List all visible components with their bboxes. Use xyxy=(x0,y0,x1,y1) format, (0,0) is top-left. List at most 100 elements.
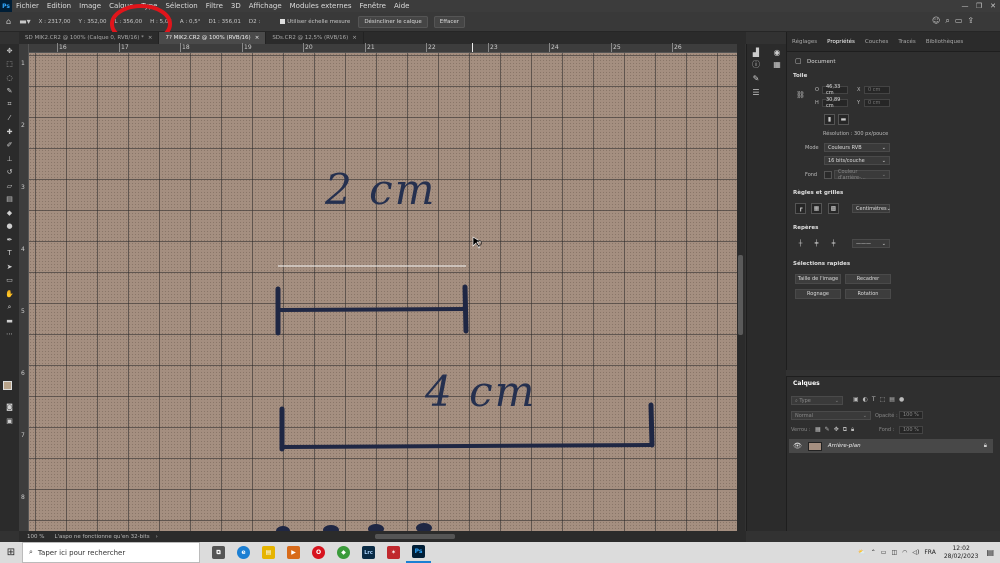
windows-start-icon[interactable]: ⊞ xyxy=(0,542,22,563)
grid-panel-icon[interactable]: ▦ xyxy=(771,58,783,70)
new-guide-icon[interactable]: ╪ xyxy=(811,238,822,249)
landscape-icon[interactable]: ▬ xyxy=(838,114,849,125)
language-indicator[interactable]: FRA xyxy=(924,549,935,556)
lock-artboard-icon[interactable]: ⧉ xyxy=(843,426,847,434)
brush-tool-icon[interactable]: ✐ xyxy=(0,139,19,153)
volume-icon[interactable]: ◁) xyxy=(912,549,919,556)
foreground-color[interactable] xyxy=(3,381,12,390)
home-icon[interactable]: ⌂ xyxy=(6,17,11,26)
close-icon[interactable]: × xyxy=(148,35,153,41)
guide-layout-icon[interactable]: ┼ xyxy=(795,238,806,249)
quick-mask-icon[interactable]: ◙ xyxy=(0,400,19,414)
menu-view[interactable]: Affichage xyxy=(245,2,286,10)
clear-button[interactable]: Effacer xyxy=(433,15,466,28)
portrait-icon[interactable]: ▮ xyxy=(824,114,835,125)
eraser-tool-icon[interactable]: ▱ xyxy=(0,179,19,193)
move-tool-icon[interactable]: ✥ xyxy=(0,44,19,58)
explorer-app[interactable]: ▤ xyxy=(256,542,281,563)
lock-pixels-icon[interactable]: ✎ xyxy=(825,426,830,434)
histogram-icon[interactable]: ▟ xyxy=(750,46,762,58)
adjustments-icon[interactable]: ☰ xyxy=(750,86,762,98)
ruler-tool-icon[interactable]: ▬▾ xyxy=(19,17,31,26)
learn-icon[interactable]: ◉ xyxy=(771,46,783,58)
history-brush-icon[interactable]: ↺ xyxy=(0,166,19,180)
minimize-button[interactable]: — xyxy=(958,0,972,12)
tab-properties[interactable]: Propriétés xyxy=(822,39,860,45)
weather-icon[interactable]: ⛅ xyxy=(858,549,865,556)
photoshop-app[interactable]: Ps xyxy=(406,542,431,563)
menu-3d[interactable]: 3D xyxy=(227,2,245,10)
width-field[interactable]: 46,33 cm xyxy=(822,84,848,96)
visibility-eye-icon[interactable]: 👁︎ xyxy=(793,442,802,450)
hand-tool-icon[interactable]: ✋ xyxy=(0,287,19,301)
lock-icon[interactable]: 🔒︎ xyxy=(984,442,987,450)
tab-libraries[interactable]: Bibliothèques xyxy=(921,39,968,45)
trim-button[interactable]: Rognage xyxy=(795,289,841,299)
fill-swatch[interactable] xyxy=(824,171,832,179)
restore-button[interactable]: ❐ xyxy=(972,0,986,12)
edge-app[interactable]: e xyxy=(231,542,256,563)
red-app[interactable]: ✶ xyxy=(381,542,406,563)
taskbar-search-field[interactable]: ⌕ Taper ici pour rechercher xyxy=(22,542,200,563)
x-field[interactable]: 0 cm xyxy=(864,86,890,94)
fill-field[interactable]: 100 % xyxy=(899,426,923,434)
info-icon[interactable]: ⓘ xyxy=(750,58,762,70)
crop-button[interactable]: Recadrer xyxy=(845,274,891,284)
status-arrow-icon[interactable]: › xyxy=(156,534,158,540)
green-app[interactable]: ◆ xyxy=(331,542,356,563)
height-field[interactable]: 30,89 cm xyxy=(822,97,848,109)
filter-shape-icon[interactable]: ⬚ xyxy=(880,396,886,403)
ruler-toggle-icon[interactable]: ┏ xyxy=(795,203,806,214)
pen-tool-icon[interactable]: ✒ xyxy=(0,233,19,247)
section-guides[interactable]: Repères xyxy=(793,225,818,231)
menu-file[interactable]: Fichier xyxy=(12,2,43,10)
lasso-tool-icon[interactable]: ◌ xyxy=(0,71,19,85)
shape-tool-icon[interactable]: ▭ xyxy=(0,274,19,288)
crop-tool-icon[interactable]: ⌗ xyxy=(0,98,19,112)
more-tools-icon[interactable]: ⋯ xyxy=(0,328,19,342)
close-icon[interactable]: × xyxy=(352,35,357,41)
brush-settings-icon[interactable]: ✎ xyxy=(750,72,762,84)
clock[interactable]: 12:02 28/02/2023 xyxy=(944,545,979,561)
opera-app[interactable]: O xyxy=(306,542,331,563)
menu-filter[interactable]: Filtre xyxy=(202,2,227,10)
notifications-icon[interactable]: ▤ xyxy=(986,548,994,557)
tab-paths[interactable]: Tracés xyxy=(893,39,920,45)
search-icon[interactable]: ⌕ xyxy=(945,16,949,26)
menu-help[interactable]: Aide xyxy=(390,2,413,10)
y-field[interactable]: 0 cm xyxy=(864,99,890,107)
path-select-tool-icon[interactable]: ➤ xyxy=(0,260,19,274)
tab-adjustments[interactable]: Réglages xyxy=(787,39,822,45)
media-app[interactable]: ▶ xyxy=(281,542,306,563)
layer-filter-select[interactable]: ⌕ Type ⌄ xyxy=(791,396,843,405)
filter-smart-icon[interactable]: ▤ xyxy=(889,396,895,403)
straighten-layer-button[interactable]: Désincliner le calque xyxy=(358,15,428,28)
lock-position-icon[interactable]: ✥ xyxy=(834,426,839,434)
dodge-tool-icon[interactable]: ● xyxy=(0,220,19,234)
horizontal-scroll-thumb[interactable] xyxy=(375,534,455,539)
units-select[interactable]: Centimètres ⌄ xyxy=(852,204,891,213)
guides-from-shape-icon[interactable]: ┿ xyxy=(828,238,839,249)
grid-toggle-icon[interactable]: ▦ xyxy=(811,203,822,214)
menu-image[interactable]: Image xyxy=(75,2,105,10)
bit-depth-select[interactable]: 16 bits/couche ⌄ xyxy=(824,156,890,165)
use-scale-checkbox[interactable]: Utiliser échelle mesure xyxy=(280,18,350,25)
quick-select-tool-icon[interactable]: ✎ xyxy=(0,85,19,99)
workspace-icon[interactable]: ▭ xyxy=(955,16,963,26)
tab-document-1[interactable]: SD MIK2.CR2 @ 100% (Calque 0, RVB/16) * × xyxy=(19,32,160,44)
lightroom-app[interactable]: Lrc xyxy=(356,542,381,563)
zoom-tool-icon[interactable]: ⌕ xyxy=(0,301,19,315)
filter-toggle-icon[interactable]: ● xyxy=(899,396,904,403)
document-canvas[interactable]: 2 cm 4 cm xyxy=(29,53,737,531)
vertical-scroll-thumb[interactable] xyxy=(738,255,743,335)
filter-type-icon[interactable]: T xyxy=(872,396,876,403)
blur-tool-icon[interactable]: ◆ xyxy=(0,206,19,220)
guide-style-select[interactable]: ——— ⌄ xyxy=(852,239,890,248)
eyedropper-tool-icon[interactable]: ⁄ xyxy=(0,112,19,126)
menu-window[interactable]: Fenêtre xyxy=(356,2,390,10)
menu-edit[interactable]: Edition xyxy=(43,2,75,10)
section-rulers-grids[interactable]: Règles et grilles xyxy=(793,190,843,196)
gradient-tool-icon[interactable]: ▤ xyxy=(0,193,19,207)
taskview-app[interactable]: ⧉ xyxy=(206,542,231,563)
battery-icon[interactable]: ▭ xyxy=(881,549,887,556)
